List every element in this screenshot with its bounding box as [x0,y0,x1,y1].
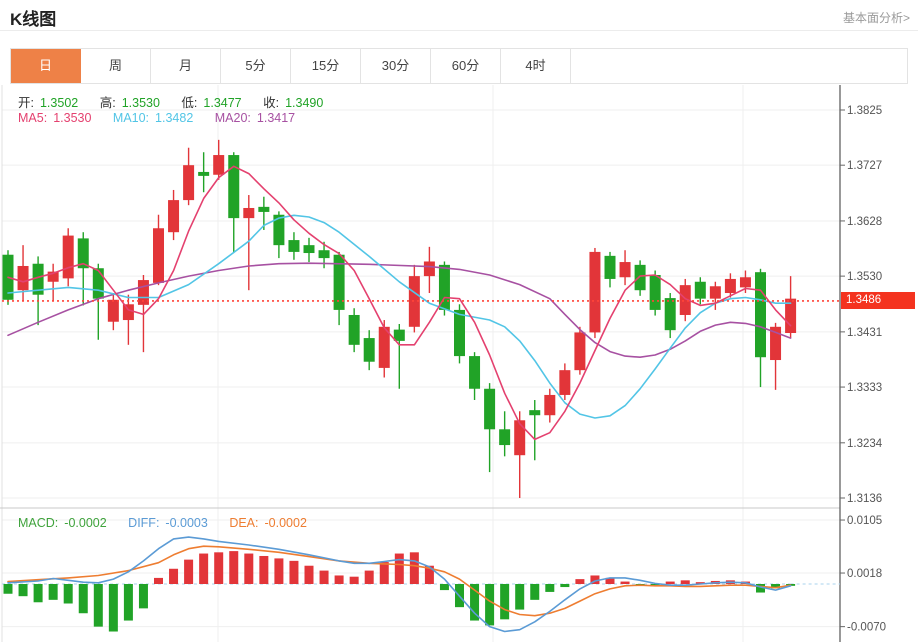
axis-label: 1.3333 [847,382,882,394]
ma10-label: MA10: [113,111,149,125]
open-label: 开: [18,96,34,110]
tab-5min[interactable]: 5分 [221,49,291,83]
ma10-value: 1.3482 [155,111,193,125]
low-label: 低: [181,96,197,110]
dea-value: -0.0002 [265,516,307,530]
tab-4hour[interactable]: 4时 [501,49,571,83]
page-title: K线图 [10,5,56,30]
dea-label: DEA: [229,516,258,530]
macd-value: -0.0002 [64,516,106,530]
axis-label: -0.0070 [847,622,886,634]
fundamental-analysis-link[interactable]: 基本面分析> [843,9,910,26]
axis-label: 1.3825 [847,105,882,117]
diff-label: DIFF: [128,516,159,530]
ma5-label: MA5: [18,111,47,125]
ma-readout: MA5: 1.3530 MA10: 1.3482 MA20: 1.3417 [18,111,301,125]
kline-macd-chart[interactable]: 1.3825 1.3727 1.3628 1.3530 1.3431 1.3333 1.32… [0,85,918,642]
axis-label: 1.3234 [847,438,883,450]
open-value: 1.3502 [40,96,78,110]
tab-60min[interactable]: 60分 [431,49,501,83]
axis-label: 1.3136 [847,493,882,505]
axis-label: 0.0018 [847,568,882,580]
macd-readout: MACD: -0.0002 DIFF: -0.0003 DEA: -0.0002 [18,516,313,530]
axis-label: 0.0105 [847,515,882,527]
title-divider [0,30,918,31]
low-value: 1.3477 [203,96,241,110]
axis-label: 1.3431 [847,327,882,339]
close-label: 收: [263,96,279,110]
ma20-value: 1.3417 [257,111,295,125]
close-value: 1.3490 [285,96,323,110]
chart-canvas[interactable]: 1.3825 1.3727 1.3628 1.3530 1.3431 1.3333 1.32… [0,85,918,642]
period-tabbar: 日 周 月 5分 15分 30分 60分 4时 [10,48,908,84]
diff-value: -0.0003 [165,516,207,530]
high-value: 1.3530 [122,96,160,110]
ohlc-readout: 开: 1.3502 高: 1.3530 低: 1.3477 收: 1.3490 [18,92,329,111]
axis-label: 1.3727 [847,160,882,172]
tab-month[interactable]: 月 [151,49,221,83]
tab-15min[interactable]: 15分 [291,49,361,83]
macd-label: MACD: [18,516,58,530]
ma5-value: 1.3530 [53,111,91,125]
tab-day[interactable]: 日 [11,49,81,83]
tab-30min[interactable]: 30分 [361,49,431,83]
kline-module: K线图 基本面分析> 日 周 月 5分 15分 30分 60分 4时 开:1.3… [0,0,918,642]
axis-label: 1.3530 [847,271,882,283]
current-price-badge: 1.3486 [841,292,915,309]
tab-week[interactable]: 周 [81,49,151,83]
ma20-label: MA20: [215,111,251,125]
high-label: 高: [100,96,116,110]
axis-label: 1.3628 [847,216,882,228]
